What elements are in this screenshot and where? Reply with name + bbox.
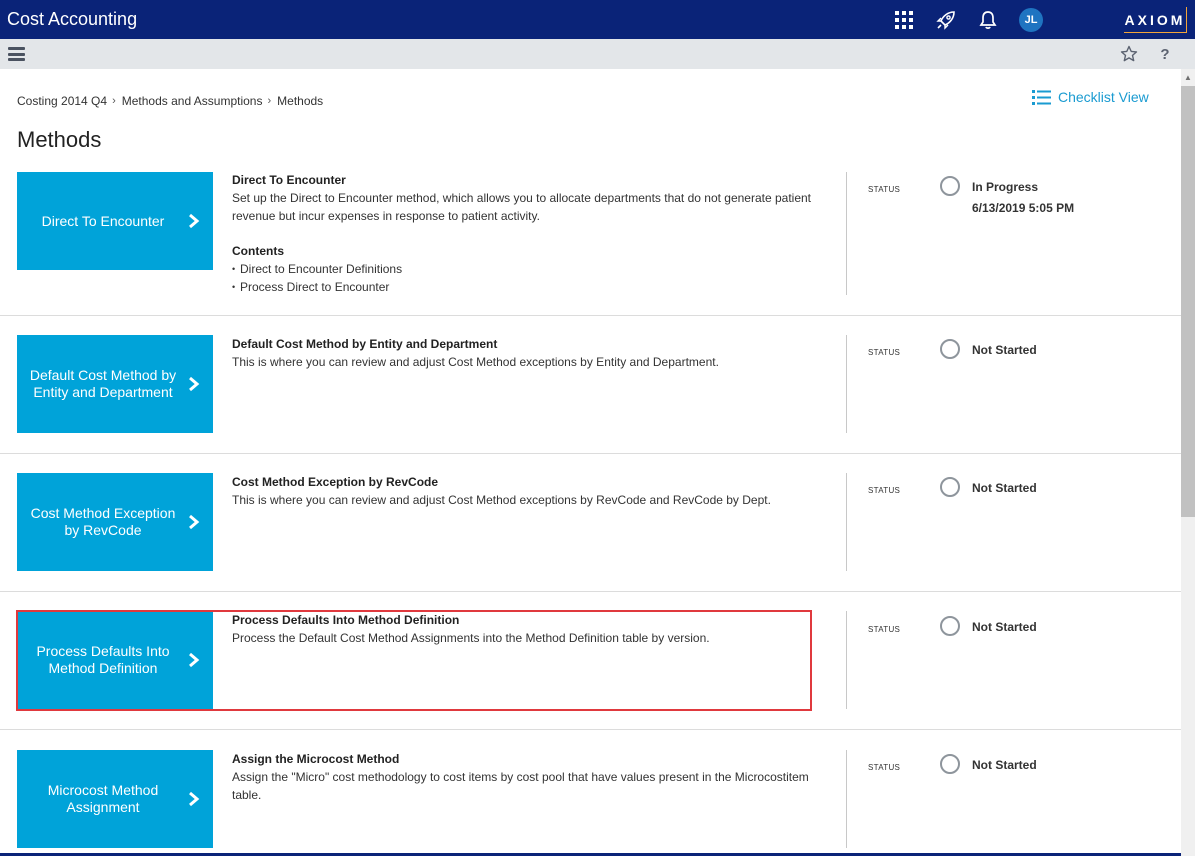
status-heading: STATUS [868,348,901,357]
checklist-view-label: Checklist View [1058,89,1149,105]
chevron-right-icon [189,213,200,229]
status-text: In Progress [972,180,1039,194]
status-heading: STATUS [868,763,901,772]
column-divider [846,473,847,571]
method-description-text: Set up the Direct to Encounter method, w… [232,191,812,223]
column-divider [846,611,847,709]
scroll-up-arrow-icon[interactable]: ▲ [1181,69,1195,85]
breadcrumb-item-methods-and-assumptions[interactable]: Methods and Assumptions [122,94,263,108]
status-text: Not Started [972,343,1037,357]
row-divider [0,729,1181,730]
method-title: Assign the Microcost Method [232,752,400,766]
contents-item: Direct to Encounter Definitions [232,260,822,278]
column-divider [846,335,847,433]
star-icon[interactable] [1118,43,1140,65]
column-divider [846,172,847,295]
method-tile-default-cost-method[interactable]: Default Cost Method by Entity and Depart… [17,335,213,433]
breadcrumb: Costing 2014 Q4 › Methods and Assumption… [17,94,323,108]
row-divider [0,591,1181,592]
method-description: Process Defaults Into Method Definition … [232,611,822,647]
method-description: Cost Method Exception by RevCode This is… [232,473,822,509]
method-description-text: Assign the "Micro" cost methodology to c… [232,770,809,802]
method-description: Default Cost Method by Entity and Depart… [232,335,822,371]
status-heading: STATUS [868,185,901,194]
contents-item: Process Direct to Encounter [232,278,822,296]
tile-label: Process Defaults Into Method Definition [36,643,170,676]
status-text: Not Started [972,758,1037,772]
breadcrumb-item-methods: Methods [277,94,324,108]
tile-label: Cost Method Exception by RevCode [30,505,176,538]
method-tile-process-defaults[interactable]: Process Defaults Into Method Definition [17,611,213,709]
status-circle-icon[interactable] [940,754,960,774]
status-circle-icon[interactable] [940,176,960,196]
breadcrumb-separator: › [112,95,116,107]
method-description-text: Process the Default Cost Method Assignme… [232,631,710,645]
method-title: Direct To Encounter [232,173,346,187]
axiom-logo: AXIOM [1124,7,1187,33]
method-description-text: This is where you can review and adjust … [232,493,771,507]
tile-label: Microcost Method Assignment [47,782,159,815]
status-text: Not Started [972,620,1037,634]
tile-label: Direct To Encounter [41,212,165,229]
method-title: Process Defaults Into Method Definition [232,613,460,627]
contents-heading: Contents [232,244,284,258]
status-heading: STATUS [868,486,901,495]
method-tile-microcost-assignment[interactable]: Microcost Method Assignment [17,750,213,848]
method-title: Cost Method Exception by RevCode [232,475,439,489]
bell-notification-icon[interactable] [976,8,1000,32]
method-description: Assign the Microcost Method Assign the "… [232,750,822,804]
status-circle-icon[interactable] [940,339,960,359]
scrollbar-thumb[interactable] [1181,86,1195,517]
user-avatar[interactable]: JL [1019,8,1043,32]
row-divider [0,453,1181,454]
chevron-right-icon [189,791,200,807]
method-title: Default Cost Method by Entity and Depart… [232,337,498,351]
checklist-view-link[interactable]: Checklist View [1032,89,1149,105]
breadcrumb-item-costing[interactable]: Costing 2014 Q4 [17,94,107,108]
method-tile-direct-to-encounter[interactable]: Direct To Encounter [17,172,213,270]
method-description-text: This is where you can review and adjust … [232,355,719,369]
app-launcher-grid-icon[interactable] [892,8,916,32]
status-circle-icon[interactable] [940,616,960,636]
status-circle-icon[interactable] [940,477,960,497]
chevron-right-icon [189,376,200,392]
status-date: 6/13/2019 5:05 PM [972,201,1075,215]
chevron-right-icon [189,652,200,668]
method-tile-cost-method-exception[interactable]: Cost Method Exception by RevCode [17,473,213,571]
row-divider [0,315,1181,316]
menu-icon[interactable] [8,47,25,61]
column-divider [846,750,847,848]
rocket-icon[interactable] [934,8,958,32]
status-text: Not Started [972,481,1037,495]
sub-toolbar: ? [0,39,1195,69]
contents-list: Direct to Encounter Definitions Process … [232,260,822,296]
status-heading: STATUS [868,625,901,634]
tile-label: Default Cost Method by Entity and Depart… [29,367,177,400]
help-icon[interactable]: ? [1154,43,1176,65]
breadcrumb-separator: › [267,95,272,107]
app-title: Cost Accounting [7,9,138,29]
top-nav-bar: Cost Accounting JL AXIOM [0,0,1195,39]
chevron-right-icon [189,514,200,530]
list-icon [1032,89,1051,105]
page-title: Methods [17,127,102,152]
method-description: Direct To Encounter Set up the Direct to… [232,171,822,296]
